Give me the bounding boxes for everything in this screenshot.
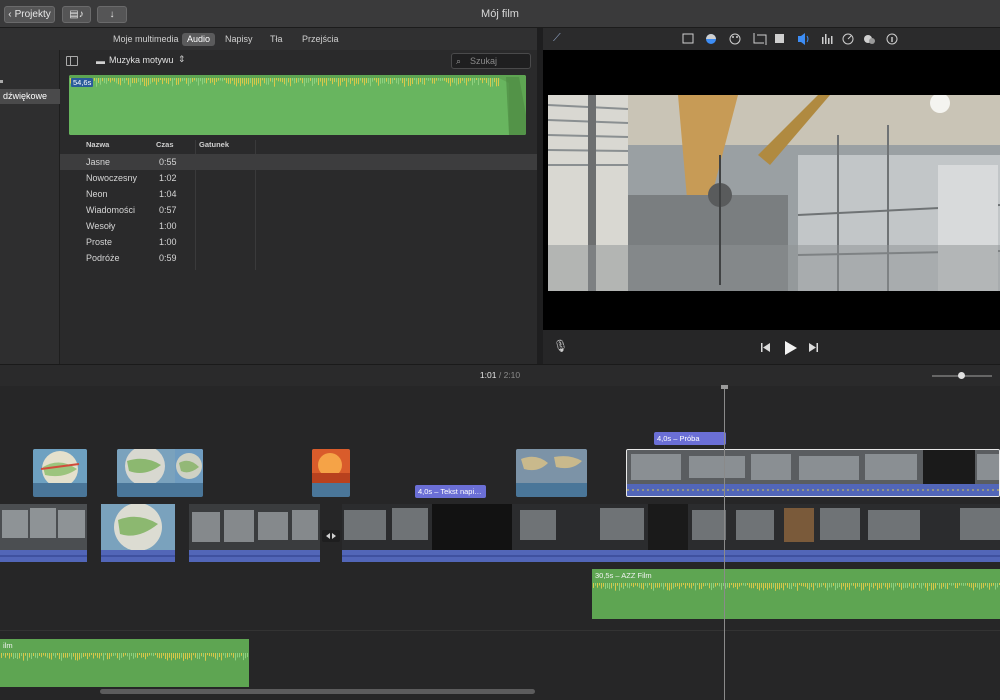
viewer-toolbar: ⟋ [543, 28, 1000, 50]
track-time: 0:59 [159, 253, 177, 263]
playback-controls: 🎙 [543, 330, 1000, 364]
primary-storyline[interactable] [0, 504, 1000, 572]
search-placeholder: Szukaj [470, 56, 498, 66]
tab-backgrounds[interactable]: Tła [265, 33, 288, 46]
track-time: 0:55 [159, 157, 177, 167]
camera-stabilize-icon[interactable] [775, 34, 784, 43]
transport-buttons [761, 341, 818, 355]
crop-icon[interactable] [753, 33, 767, 45]
skip-back-icon[interactable] [761, 343, 770, 352]
current-time: 1:01 [479, 370, 497, 380]
track-time: 0:57 [159, 205, 177, 215]
track-row[interactable]: Proste 1:00 [60, 234, 537, 250]
timeline-header: 1:01 / 2:10 [0, 364, 1000, 386]
tab-audio[interactable]: Audio [182, 33, 216, 46]
window-title: Mój film [481, 8, 519, 20]
background-music-label: ilm [3, 641, 13, 650]
title-bar: ‹ Projekty ▤♪ ↓ Mój film [0, 0, 1000, 28]
cutaway-clip[interactable] [516, 449, 587, 497]
crop-box-icon[interactable] [682, 33, 694, 44]
track-row[interactable]: Podróże 0:59 [60, 250, 537, 266]
track-time: 1:04 [159, 189, 177, 199]
track-name: Podróże [86, 253, 120, 263]
video-viewer[interactable] [543, 50, 1000, 330]
clip-thumbnail [312, 449, 350, 483]
track-name: Nowoczesny [86, 173, 138, 183]
tab-transitions[interactable]: Przejścia [297, 33, 344, 46]
folder-icon: ▬ [96, 56, 105, 66]
cutaway-clip[interactable] [33, 449, 87, 497]
duration-badge: 54,6s [71, 78, 94, 87]
track-name: Wesoły [86, 221, 116, 231]
zoom-slider-thumb[interactable] [958, 372, 965, 379]
search-icon: ⌕ [456, 56, 462, 66]
track-row[interactable]: Nowoczesny 1:02 [60, 170, 537, 186]
play-icon[interactable] [785, 341, 797, 355]
cutaway-clip[interactable] [312, 449, 350, 497]
column-header-time[interactable]: Czas [156, 140, 174, 149]
cutaway-clip[interactable] [117, 449, 203, 497]
tab-titles[interactable]: Napisy [220, 33, 258, 46]
video-frame [548, 95, 1000, 291]
palette-icon[interactable] [729, 33, 741, 45]
track-time: 1:00 [159, 237, 177, 247]
clip-thumbnail-strip [627, 450, 999, 496]
zoom-slider[interactable] [932, 372, 992, 379]
waveform-graphic [69, 75, 526, 135]
music-clip[interactable]: 30,5s – AZZ Film [592, 569, 1000, 619]
library-toolbar: ▬ Muzyka motywu ⇕ ⌕ Szukaj [60, 50, 537, 72]
music-well-divider [0, 630, 1000, 631]
music-clip-label: 30,5s – AZZ Film [595, 571, 652, 580]
microphone-icon[interactable]: 🎙 [553, 339, 568, 353]
track-row[interactable]: Jasne 0:55 [60, 154, 537, 170]
timeline[interactable]: 4,0s – Próba 4,0s – Tekst napi… 30,5s – … [0, 385, 1000, 700]
audio-preview-waveform[interactable]: 54,6s [69, 75, 526, 135]
sidebar-item-sound-effects[interactable]: dźwiękowe [0, 89, 60, 104]
sidebar-toggle-icon[interactable] [66, 56, 78, 66]
title-clip-tag[interactable]: 4,0s – Próba [654, 432, 726, 445]
background-music-waveform [0, 639, 249, 687]
adjustment-tools [682, 33, 898, 45]
clip-thumbnail [516, 449, 587, 483]
track-name: Wiadomości [86, 205, 136, 215]
track-name: Neon [86, 189, 108, 199]
clip-thumbnail [117, 449, 203, 483]
time-separator: / [498, 370, 502, 380]
magic-wand-icon[interactable]: ⟋ [553, 32, 561, 45]
playhead[interactable] [724, 386, 725, 700]
total-time: 2:10 [503, 370, 521, 380]
title-clip-tag[interactable]: 4,0s – Tekst napi… [415, 485, 486, 498]
clip-thumbnail [33, 449, 87, 483]
track-name: Jasne [86, 157, 111, 167]
cutaway-clip-selected[interactable] [626, 449, 1000, 497]
equalizer-icon[interactable] [822, 34, 833, 44]
tab-my-media[interactable]: Moje multimedia [108, 33, 184, 46]
playhead-handle[interactable] [721, 385, 728, 389]
sidebar-marker [0, 80, 3, 83]
category-dropdown[interactable]: Muzyka motywu [109, 55, 174, 65]
background-music-clip[interactable]: ilm [0, 639, 249, 687]
music-waveform [592, 569, 1000, 619]
column-header-genre[interactable]: Gatunek [199, 140, 229, 149]
chevron-updown-icon[interactable]: ⇕ [178, 54, 186, 65]
track-row[interactable]: Neon 1:04 [60, 186, 537, 202]
track-name: Proste [86, 237, 113, 247]
video-frame-image [548, 95, 1000, 291]
track-row[interactable]: Wiadomości 0:57 [60, 202, 537, 218]
track-time: 1:02 [159, 173, 177, 183]
library-sidebar: dźwiękowe [0, 50, 60, 364]
browser-tab-bar: Moje multimedia Audio Napisy Tła Przejśc… [0, 28, 537, 50]
search-input[interactable]: ⌕ Szukaj [451, 53, 531, 69]
column-header-name[interactable]: Nazwa [86, 140, 109, 149]
audio-browser: ▬ Muzyka motywu ⇕ ⌕ Szukaj 54,6s Nazwa C… [60, 50, 537, 364]
skip-forward-icon[interactable] [809, 343, 818, 352]
track-row[interactable]: Wesoły 1:00 [60, 218, 537, 234]
volume-icon[interactable] [798, 33, 805, 45]
horizontal-scrollbar[interactable] [100, 689, 535, 694]
track-time: 1:00 [159, 221, 177, 231]
